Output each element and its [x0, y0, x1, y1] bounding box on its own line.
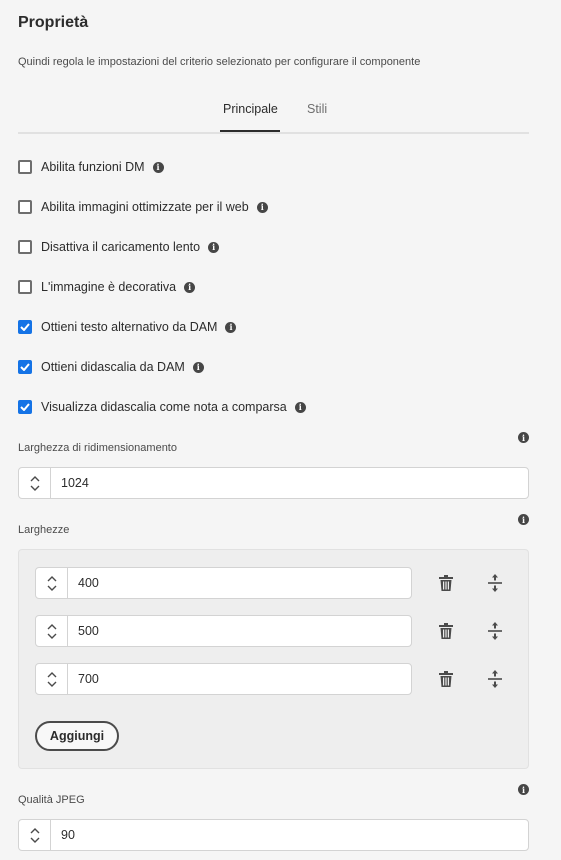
jpeg-quality-field: 90	[18, 819, 529, 851]
stepper-icon[interactable]	[36, 664, 68, 694]
tab-bar: Principale Stili	[18, 96, 529, 134]
page-title: Proprietà	[18, 14, 89, 31]
resize-width-label: Larghezza di ridimensionamento	[18, 442, 177, 454]
active-tab-indicator	[220, 130, 280, 132]
checkbox[interactable]	[18, 160, 32, 174]
info-icon[interactable]: i	[184, 281, 196, 293]
info-icon[interactable]: i	[256, 201, 268, 213]
checkbox-row[interactable]: Disattiva il caricamento lento i	[18, 237, 220, 257]
checkbox-label: L'immagine è decorativa	[41, 280, 177, 294]
checkbox-label: Visualizza didascalia come nota a compar…	[41, 400, 287, 414]
width-item-input[interactable]: 500	[68, 616, 411, 646]
width-item-field: 500	[35, 615, 412, 647]
info-icon[interactable]: i	[225, 321, 237, 333]
trash-icon[interactable]	[435, 572, 457, 594]
checkbox[interactable]	[18, 200, 32, 214]
width-item-input[interactable]: 700	[68, 664, 411, 694]
info-icon[interactable]: i	[294, 401, 306, 413]
info-icon[interactable]: i	[518, 784, 529, 795]
checkmark-icon	[20, 403, 30, 411]
widths-label: Larghezze	[18, 524, 70, 536]
checkbox-label: Abilita funzioni DM	[41, 160, 145, 174]
reorder-icon[interactable]	[484, 572, 506, 594]
checkbox-row[interactable]: L'immagine è decorativa i	[18, 277, 196, 297]
jpeg-quality-label: Qualità JPEG	[18, 794, 85, 806]
trash-icon[interactable]	[435, 620, 457, 642]
tab-principale[interactable]: Principale	[223, 102, 278, 116]
widths-multifield: 400 500 700 Aggiungi	[18, 549, 529, 769]
tab-stili[interactable]: Stili	[307, 102, 327, 116]
checkmark-icon	[20, 363, 30, 371]
info-icon[interactable]: i	[192, 361, 204, 373]
checkbox[interactable]	[18, 280, 32, 294]
checkbox-row[interactable]: Abilita funzioni DM i	[18, 157, 164, 177]
checkbox-row[interactable]: Ottieni testo alternativo da DAM i	[18, 317, 237, 337]
checkbox[interactable]	[18, 320, 32, 334]
info-icon[interactable]: i	[208, 241, 220, 253]
stepper-icon[interactable]	[36, 616, 68, 646]
stepper-icon[interactable]	[36, 568, 68, 598]
stepper-icon[interactable]	[19, 468, 51, 498]
checkbox-row[interactable]: Abilita immagini ottimizzate per il web i	[18, 197, 268, 217]
page-subtitle: Quindi regola le impostazioni del criter…	[18, 56, 421, 68]
jpeg-quality-input[interactable]: 90	[51, 820, 528, 850]
resize-width-field: 1024	[18, 467, 529, 499]
checkmark-icon	[20, 323, 30, 331]
checkbox[interactable]	[18, 400, 32, 414]
info-icon[interactable]: i	[518, 514, 529, 525]
checkbox-label: Abilita immagini ottimizzate per il web	[41, 200, 249, 214]
width-item-field: 400	[35, 567, 412, 599]
reorder-icon[interactable]	[484, 668, 506, 690]
checkbox-label: Disattiva il caricamento lento	[41, 240, 201, 254]
checkbox-label: Ottieni testo alternativo da DAM	[41, 320, 218, 334]
trash-icon[interactable]	[435, 668, 457, 690]
info-icon[interactable]: i	[152, 161, 164, 173]
width-item-input[interactable]: 400	[68, 568, 411, 598]
reorder-icon[interactable]	[484, 620, 506, 642]
checkbox-row[interactable]: Visualizza didascalia come nota a compar…	[18, 397, 306, 417]
info-icon[interactable]: i	[518, 432, 529, 443]
width-item-field: 700	[35, 663, 412, 695]
add-width-button[interactable]: Aggiungi	[35, 721, 119, 751]
checkbox-label: Ottieni didascalia da DAM	[41, 360, 185, 374]
checkbox-row[interactable]: Ottieni didascalia da DAM i	[18, 357, 204, 377]
stepper-icon[interactable]	[19, 820, 51, 850]
resize-width-input[interactable]: 1024	[51, 468, 528, 498]
checkbox[interactable]	[18, 240, 32, 254]
checkbox[interactable]	[18, 360, 32, 374]
